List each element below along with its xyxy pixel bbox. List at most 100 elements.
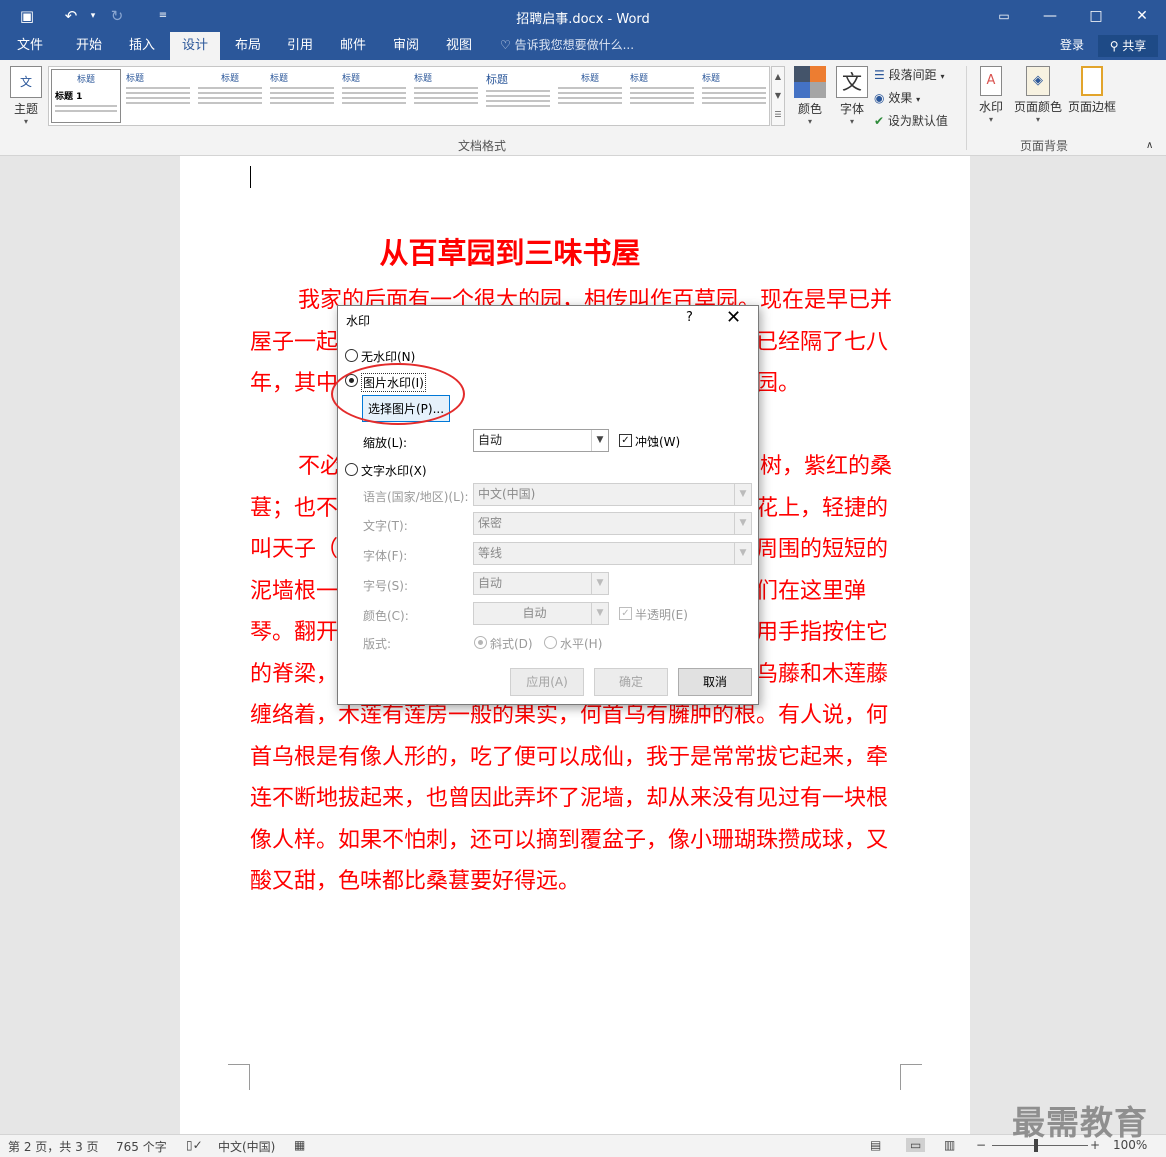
dialog-title: 水印 bbox=[346, 314, 371, 328]
tab-references[interactable]: 引用 bbox=[276, 32, 324, 60]
scale-select[interactable]: 自动 ▼ bbox=[473, 429, 609, 452]
tab-file[interactable]: 文件 bbox=[6, 32, 54, 60]
style-set-item[interactable]: 标题 bbox=[483, 69, 553, 123]
style-set-gallery: 标题 标题 1 标题 标题 标题 标题 标题 标题 标题 标题 标题 bbox=[48, 66, 770, 126]
group-divider bbox=[966, 66, 967, 150]
gallery-more-icon[interactable]: ☰ bbox=[772, 105, 784, 124]
collapse-ribbon-icon[interactable]: ∧ bbox=[1146, 140, 1153, 151]
undo-dropdown-icon[interactable]: ▾ bbox=[82, 6, 104, 26]
tab-insert[interactable]: 插入 bbox=[118, 32, 166, 60]
semitransparent-checkbox[interactable]: ✓ bbox=[619, 607, 632, 620]
watermark-label: 水印 bbox=[978, 100, 1003, 114]
fonts-label: 字体 bbox=[839, 102, 864, 116]
scale-label: 缩放(L): bbox=[363, 436, 408, 450]
style-set-item[interactable]: 标题 bbox=[267, 69, 337, 123]
tab-layout[interactable]: 布局 bbox=[224, 32, 272, 60]
language-select[interactable]: 中文(中国) ▼ bbox=[473, 483, 752, 506]
style-set-item[interactable]: 标题 bbox=[627, 69, 697, 123]
language-status[interactable]: 中文(中国) bbox=[218, 1138, 275, 1155]
style-set-item[interactable]: 标题 标题 1 bbox=[51, 69, 121, 123]
share-button[interactable]: ⚲ 共享 bbox=[1098, 35, 1158, 57]
size-select[interactable]: 自动 ▼ bbox=[473, 572, 609, 595]
apply-button[interactable]: 应用(A) bbox=[510, 668, 584, 696]
style-set-item[interactable]: 标题 bbox=[195, 69, 265, 123]
style-set-item[interactable]: 标题 bbox=[123, 69, 193, 123]
colors-button[interactable]: 颜色 ▾ bbox=[792, 66, 828, 126]
dialog-close-button[interactable]: ✕ bbox=[726, 307, 741, 328]
ribbon: 文 主题 ▾ 标题 标题 1 标题 标题 标题 标题 标题 标题 标题 标题 标… bbox=[0, 60, 1166, 156]
style-set-item[interactable]: 标题 bbox=[339, 69, 409, 123]
semitransparent-label[interactable]: 半透明(E) bbox=[635, 606, 688, 623]
diagonal-radio[interactable] bbox=[474, 636, 487, 649]
themes-button[interactable]: 文 主题 ▾ bbox=[8, 66, 44, 126]
select-picture-button[interactable]: 选择图片(P)... bbox=[362, 395, 450, 422]
font-select[interactable]: 等线 ▼ bbox=[473, 542, 752, 565]
save-icon[interactable]: ▣ bbox=[16, 6, 38, 26]
set-as-default-button[interactable]: ✔ 设为默认值 bbox=[874, 112, 948, 129]
themes-icon: 文 bbox=[10, 66, 42, 98]
style-set-item[interactable]: 标题 bbox=[555, 69, 625, 123]
vertical-scrollbar[interactable] bbox=[1154, 156, 1166, 1134]
proofing-icon[interactable]: ▯✓ bbox=[186, 1138, 203, 1152]
chevron-down-icon: ▼ bbox=[734, 543, 751, 564]
login-link[interactable]: 登录 bbox=[1060, 32, 1084, 59]
horizontal-radio[interactable] bbox=[544, 636, 557, 649]
no-watermark-label[interactable]: 无水印(N) bbox=[361, 348, 415, 365]
macro-record-icon[interactable]: ▦ bbox=[294, 1138, 305, 1152]
tell-me-box[interactable]: ♡ 告诉我您想要做什么... bbox=[500, 32, 634, 60]
picture-watermark-label[interactable]: 图片水印(I) bbox=[361, 373, 426, 392]
zoom-slider[interactable] bbox=[992, 1145, 1088, 1146]
effects-dropdown-icon: ▾ bbox=[916, 95, 921, 104]
color-select[interactable]: 自动 ▼ bbox=[473, 602, 609, 625]
print-layout-icon[interactable]: ▭ bbox=[906, 1138, 926, 1152]
web-layout-icon[interactable]: ▥ bbox=[944, 1138, 955, 1152]
tab-design[interactable]: 设计 bbox=[170, 32, 220, 60]
effects-button[interactable]: ◉ 效果 ▾ bbox=[874, 89, 920, 106]
picture-watermark-radio[interactable] bbox=[345, 374, 358, 387]
page-color-button[interactable]: ◈ 页面颜色 ▾ bbox=[1012, 66, 1064, 124]
text-watermark-label[interactable]: 文字水印(X) bbox=[361, 462, 427, 479]
paragraph-spacing-button[interactable]: ☰ 段落间距 ▾ bbox=[874, 66, 944, 83]
gallery-scroll[interactable]: ▲ ▼ ☰ bbox=[771, 66, 785, 126]
zoom-out-icon[interactable]: − bbox=[976, 1138, 986, 1152]
washout-checkbox[interactable]: ✓ bbox=[619, 434, 632, 447]
maximize-icon[interactable]: □ bbox=[1078, 4, 1114, 28]
paragraph-spacing-label: 段落间距 bbox=[888, 68, 937, 82]
style-set-item[interactable]: 标题 bbox=[411, 69, 481, 123]
undo-icon[interactable]: ↶ bbox=[60, 6, 82, 26]
tab-view[interactable]: 视图 bbox=[435, 32, 483, 60]
ok-button[interactable]: 确定 bbox=[594, 668, 668, 696]
diagonal-label[interactable]: 斜式(D) bbox=[490, 635, 533, 652]
gallery-down-icon[interactable]: ▼ bbox=[772, 86, 784, 105]
tab-review[interactable]: 审阅 bbox=[382, 32, 430, 60]
watermark-button[interactable]: A 水印 ▾ bbox=[974, 66, 1008, 124]
word-count[interactable]: 765 个字 bbox=[116, 1138, 167, 1155]
help-button[interactable]: ? bbox=[686, 310, 693, 325]
page-color-label: 页面颜色 bbox=[1013, 100, 1062, 114]
redo-icon: ↻ bbox=[110, 7, 124, 25]
color-value: 自动 bbox=[522, 606, 547, 620]
gallery-up-icon[interactable]: ▲ bbox=[772, 67, 784, 86]
read-mode-icon[interactable]: ▤ bbox=[870, 1138, 881, 1152]
tab-mailings[interactable]: 邮件 bbox=[329, 32, 377, 60]
close-icon[interactable]: ✕ bbox=[1124, 4, 1160, 28]
document-heading[interactable]: 从百草园到三味书屋 bbox=[180, 230, 840, 272]
tab-home[interactable]: 开始 bbox=[64, 32, 114, 60]
effects-label: 效果 bbox=[888, 91, 913, 105]
no-watermark-radio[interactable] bbox=[345, 349, 358, 362]
page-count[interactable]: 第 2 页，共 3 页 bbox=[8, 1138, 99, 1155]
style-set-item[interactable]: 标题 bbox=[699, 69, 769, 123]
cancel-button[interactable]: 取消 bbox=[678, 668, 752, 696]
washout-label[interactable]: 冲蚀(W) bbox=[635, 433, 680, 450]
checkmark-icon: ✔ bbox=[874, 114, 885, 128]
text-watermark-radio[interactable] bbox=[345, 463, 358, 476]
ribbon-display-options-icon[interactable]: ▭ bbox=[986, 4, 1022, 28]
customize-quick-access-icon[interactable]: ≡ bbox=[152, 6, 174, 26]
horizontal-label[interactable]: 水平(H) bbox=[560, 635, 602, 652]
page-borders-button[interactable]: 页面边框 bbox=[1066, 66, 1118, 115]
minimize-icon[interactable]: — bbox=[1032, 4, 1068, 28]
watermark-dropdown-icon: ▾ bbox=[988, 115, 993, 124]
text-select[interactable]: 保密 ▼ bbox=[473, 512, 752, 535]
watermark-dialog: 水印 ? ✕ 无水印(N) 图片水印(I) 选择图片(P)... 缩放(L): … bbox=[337, 305, 759, 705]
fonts-button[interactable]: 文 字体 ▾ bbox=[834, 66, 870, 126]
